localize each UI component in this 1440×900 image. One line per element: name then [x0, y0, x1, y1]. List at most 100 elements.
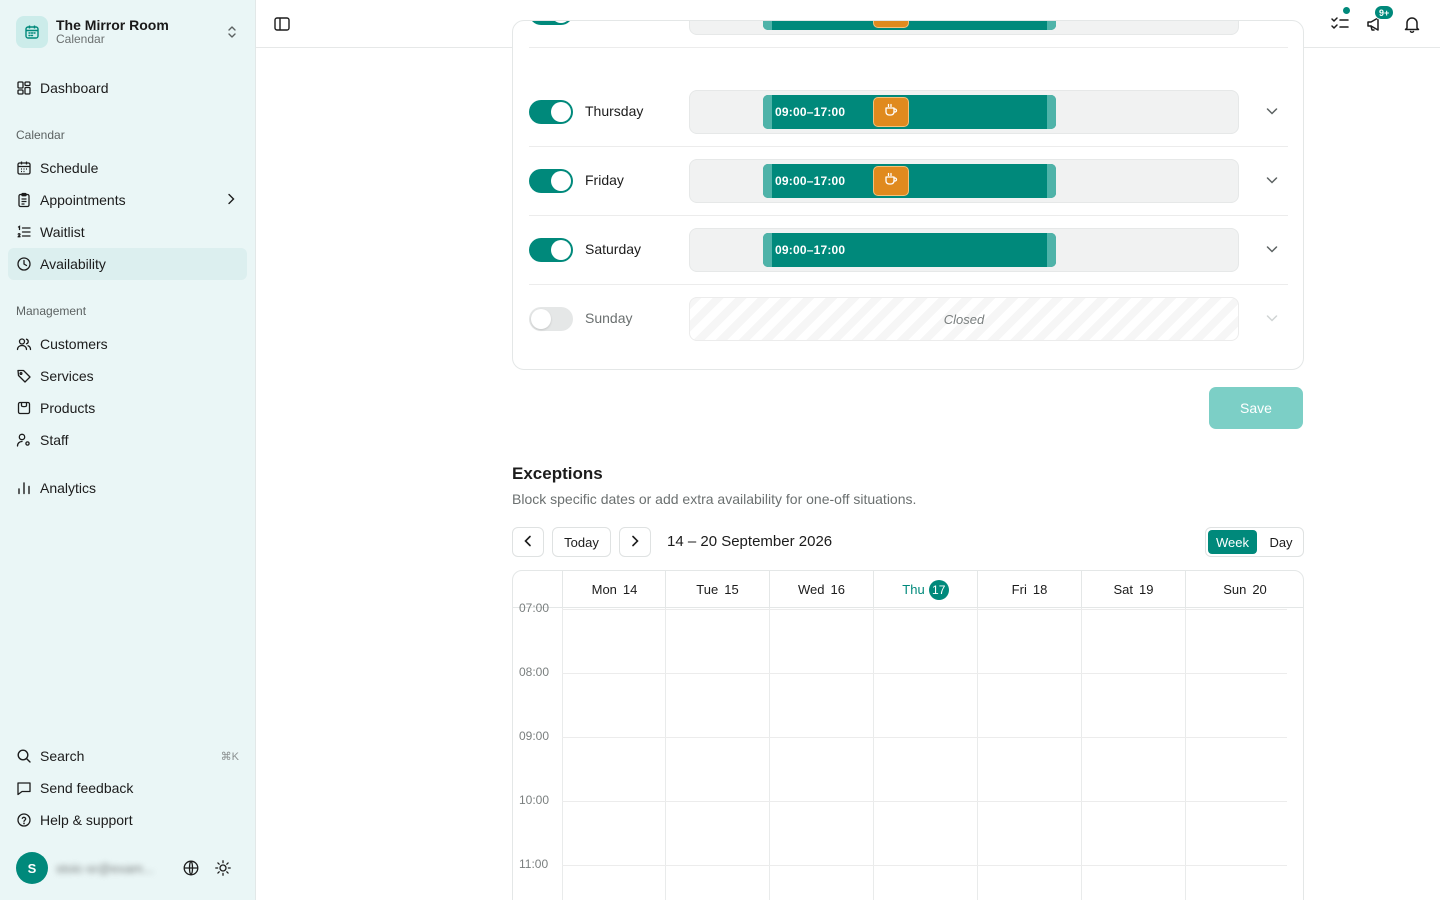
- slot-time: 09:00–17:00: [775, 105, 846, 119]
- wednesday-hours-track[interactable]: 09:00–17:00: [689, 21, 1239, 35]
- avatar[interactable]: S: [16, 852, 48, 884]
- sidebar-item-label: Schedule: [40, 160, 99, 176]
- sidebar-item-search[interactable]: Search ⌘K: [8, 740, 247, 772]
- day-column-header[interactable]: Sun 20: [1185, 571, 1303, 608]
- today-button[interactable]: Today: [552, 527, 611, 557]
- sidebar-item-dashboard[interactable]: Dashboard: [8, 72, 247, 104]
- day-name: Sunday: [585, 310, 633, 326]
- chevron-down-icon[interactable]: [1264, 241, 1280, 257]
- time-slot[interactable]: 09:00–17:00: [763, 164, 1056, 198]
- day-name: Thursday: [585, 103, 644, 119]
- view-day-button[interactable]: Day: [1259, 528, 1303, 556]
- toggle-knob: [551, 171, 571, 191]
- sidebar-item-label: Analytics: [40, 480, 97, 496]
- slot-end-handle[interactable]: [1047, 164, 1056, 198]
- slot-start-handle[interactable]: [763, 233, 772, 267]
- date-range-label: 14 – 20 September 2026: [667, 533, 833, 550]
- sidebar-item-products[interactable]: Products: [8, 392, 247, 424]
- break-block[interactable]: [873, 166, 909, 196]
- friday-hours-track[interactable]: 09:00–17:00: [689, 159, 1239, 203]
- day-number: 20: [1252, 582, 1267, 597]
- user-menu[interactable]: S stoic-sr@exam...: [8, 850, 248, 886]
- clipboard-icon: [16, 192, 32, 208]
- slot-end-handle[interactable]: [1047, 233, 1056, 267]
- day-column-divider: [873, 608, 874, 900]
- slot-start-handle[interactable]: [763, 21, 772, 30]
- day-label: Wed: [798, 582, 825, 597]
- sidebar-toggle-icon[interactable]: [272, 14, 292, 34]
- bell-icon[interactable]: [1401, 13, 1423, 35]
- view-toggle: Week Day: [1205, 527, 1304, 557]
- tasks-notification-dot: [1342, 6, 1351, 15]
- coffee-icon: [884, 103, 898, 122]
- thursday-toggle[interactable]: [529, 100, 573, 124]
- sun-icon[interactable]: [214, 859, 232, 877]
- time-slot[interactable]: 09:00–17:00: [763, 95, 1056, 129]
- day-label: Sun: [1223, 582, 1247, 597]
- sidebar: The Mirror Room Calendar Dashboard Calen…: [0, 0, 256, 900]
- day-column-header[interactable]: Sat 19: [1081, 571, 1185, 608]
- tasks-icon[interactable]: [1329, 6, 1351, 35]
- sidebar-item-schedule[interactable]: Schedule: [8, 152, 247, 184]
- slot-end-handle[interactable]: [1047, 95, 1056, 129]
- sidebar-item-label: Staff: [40, 432, 69, 448]
- day-column-header[interactable]: Fri 18: [977, 571, 1081, 608]
- sidebar-item-staff[interactable]: Staff: [8, 424, 247, 456]
- megaphone-icon[interactable]: 9+: [1364, 5, 1395, 35]
- prev-week-button[interactable]: [512, 527, 544, 557]
- user-cog-icon: [16, 432, 32, 448]
- calendar-header: Mon 14 Tue 15 Wed 16 Thu 17 Fri 18 Sat 19 Sun 20: [513, 571, 1303, 608]
- calendar-icon: [16, 160, 32, 176]
- sidebar-item-feedback[interactable]: Send feedback: [8, 772, 247, 804]
- wednesday-toggle[interactable]: [529, 21, 573, 25]
- day-column-header[interactable]: Mon 14: [562, 571, 666, 608]
- workspace-name: The Mirror Room: [56, 17, 169, 34]
- calendar-logo-icon: [16, 16, 48, 48]
- next-week-button[interactable]: [619, 527, 651, 557]
- sidebar-item-customers[interactable]: Customers: [8, 328, 247, 360]
- hour-gridline: [562, 609, 1287, 610]
- day-column-divider: [977, 608, 978, 900]
- time-slot[interactable]: 09:00–17:00: [763, 233, 1056, 267]
- break-block[interactable]: [873, 97, 909, 127]
- sidebar-item-analytics[interactable]: Analytics: [8, 472, 247, 504]
- sidebar-item-availability[interactable]: Availability: [8, 248, 247, 280]
- day-label: Fri: [1011, 582, 1027, 597]
- toggle-knob: [531, 309, 551, 329]
- sidebar-item-help[interactable]: Help & support: [8, 804, 247, 836]
- sidebar-item-services[interactable]: Services: [8, 360, 247, 392]
- save-button[interactable]: Save: [1209, 387, 1303, 429]
- day-column-header[interactable]: Wed 16: [769, 571, 873, 608]
- day-column-header[interactable]: Thu 17: [873, 571, 977, 608]
- workspace-switcher[interactable]: The Mirror Room Calendar: [8, 8, 248, 56]
- section-label-management: Management: [16, 304, 87, 318]
- sidebar-item-waitlist[interactable]: Waitlist: [8, 216, 247, 248]
- day-column-divider: [769, 608, 770, 900]
- slot-end-handle[interactable]: [1047, 21, 1056, 30]
- updates-badge: 9+: [1374, 5, 1395, 20]
- sunday-toggle[interactable]: [529, 307, 573, 331]
- chevron-down-icon[interactable]: [1264, 172, 1280, 188]
- break-block[interactable]: [873, 21, 909, 28]
- closed-label: Closed: [943, 312, 985, 327]
- exceptions-title: Exceptions: [512, 464, 603, 483]
- day-label: Tue: [696, 582, 719, 597]
- toggle-knob: [551, 102, 571, 122]
- globe-icon[interactable]: [182, 859, 200, 877]
- slot-start-handle[interactable]: [763, 95, 772, 129]
- slot-start-handle[interactable]: [763, 164, 772, 198]
- day-name: Friday: [585, 172, 624, 188]
- friday-toggle[interactable]: [529, 169, 573, 193]
- view-week-button[interactable]: Week: [1208, 530, 1257, 554]
- day-column-header[interactable]: Tue 15: [665, 571, 769, 608]
- time-slot[interactable]: 09:00–17:00: [763, 21, 1056, 30]
- saturday-hours-track[interactable]: 09:00–17:00: [689, 228, 1239, 272]
- day-label: Mon: [591, 582, 617, 597]
- sidebar-item-label: Search: [40, 748, 85, 764]
- dashboard-icon: [16, 80, 32, 96]
- sidebar-item-appointments[interactable]: Appointments: [8, 184, 247, 216]
- thursday-hours-track[interactable]: 09:00–17:00: [689, 90, 1239, 134]
- chevron-down-icon[interactable]: [1264, 103, 1280, 119]
- slot-time: 09:00–17:00: [775, 174, 846, 188]
- saturday-toggle[interactable]: [529, 238, 573, 262]
